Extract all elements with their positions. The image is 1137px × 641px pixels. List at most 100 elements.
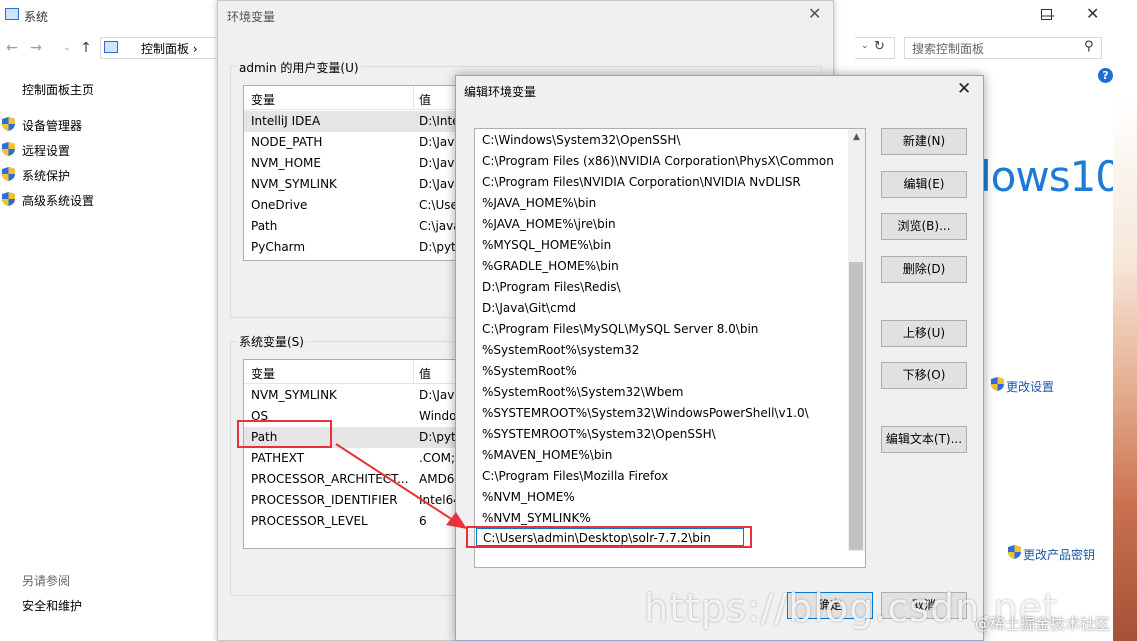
column-header-value[interactable]: 值 xyxy=(419,365,431,382)
list-item[interactable]: %JAVA_HOME%\jre\bin xyxy=(475,214,849,235)
path-entry-text: C:\Program Files (x86)\NVIDIA Corporatio… xyxy=(482,154,834,168)
list-item[interactable]: C:\Program Files (x86)\NVIDIA Corporatio… xyxy=(475,151,849,172)
windows10-brand-text: dows10 xyxy=(965,152,1122,201)
path-entry-text: %GRADLE_HOME%\bin xyxy=(482,259,619,273)
search-placeholder: 搜索控制面板 xyxy=(912,42,985,56)
path-entry-text: C:\Program Files\MySQL\MySQL Server 8.0\… xyxy=(482,322,759,336)
system-variables-label: 系统变量(S) xyxy=(237,333,306,350)
variable-name-cell: NVM_SYMLINK xyxy=(251,388,337,402)
list-item[interactable]: %SYSTEMROOT%\System32\WindowsPowerShell\… xyxy=(475,403,849,424)
list-item[interactable]: D:\Program Files\Redis\ xyxy=(475,277,849,298)
close-icon[interactable]: ✕ xyxy=(957,79,971,99)
change-product-key-link[interactable]: 更改产品密钥 xyxy=(1023,546,1095,563)
path-entry-text: %NVM_SYMLINK% xyxy=(482,511,591,525)
system-protection-link[interactable]: 系统保护 xyxy=(22,167,70,184)
list-item[interactable]: C:\Program Files\Mozilla Firefox xyxy=(475,466,849,487)
change-settings-link[interactable]: 更改设置 xyxy=(1006,378,1054,395)
move-up-button[interactable]: 上移(U) xyxy=(881,320,967,347)
recent-chevron-icon[interactable]: ⌄ xyxy=(58,39,76,57)
variable-value-cell: D:\Inte xyxy=(419,114,460,128)
breadcrumb-separator: › xyxy=(192,42,198,56)
path-entry-text: %SystemRoot%\System32\Wbem xyxy=(482,385,684,399)
advanced-system-settings-link[interactable]: 高级系统设置 xyxy=(22,192,94,209)
back-arrow-icon[interactable]: ← xyxy=(3,39,21,57)
security-maintenance-link[interactable]: 安全和维护 xyxy=(22,597,82,614)
annotation-arrow-icon xyxy=(335,443,467,529)
scroll-up-icon[interactable]: ▲ xyxy=(848,129,865,146)
system-window-title: 系统 xyxy=(24,10,49,24)
up-arrow-icon[interactable]: ↑ xyxy=(77,39,95,57)
path-entry-text: %JAVA_HOME%\bin xyxy=(482,196,597,210)
shield-icon xyxy=(2,142,15,156)
list-item[interactable]: %NVM_HOME% xyxy=(475,487,849,508)
path-entry-text: %SystemRoot%\system32 xyxy=(482,343,640,357)
remote-settings-link[interactable]: 远程设置 xyxy=(22,142,70,159)
shield-icon xyxy=(2,167,15,181)
table-row[interactable]: NODE_PATH D:\Java xyxy=(244,132,472,153)
device-manager-link[interactable]: 设备管理器 xyxy=(22,117,82,134)
table-row[interactable]: OneDrive C:\Use xyxy=(244,195,472,216)
table-row[interactable]: NVM_HOME D:\Java xyxy=(244,153,472,174)
list-item[interactable]: C:\Program Files\MySQL\MySQL Server 8.0\… xyxy=(475,319,849,340)
search-icon[interactable]: ⚲ xyxy=(1084,39,1094,54)
edit-button[interactable]: 编辑(E) xyxy=(881,171,967,198)
environment-variables-title: 环境变量 xyxy=(227,10,276,24)
browse-button[interactable]: 浏览(B)... xyxy=(881,213,967,240)
forward-arrow-icon[interactable]: → xyxy=(27,39,45,57)
user-variables-label: admin 的用户变量(U) xyxy=(237,59,361,76)
watermark-source-text: @稀土掘金技术社区 xyxy=(975,615,1111,633)
list-item[interactable]: %JAVA_HOME%\bin xyxy=(475,193,849,214)
move-down-button[interactable]: 下移(O) xyxy=(881,362,967,389)
column-header-variable[interactable]: 变量 xyxy=(251,91,275,108)
control-panel-home-link[interactable]: 控制面板主页 xyxy=(22,81,94,98)
computer-icon xyxy=(5,8,19,20)
close-icon[interactable]: ✕ xyxy=(808,4,821,23)
table-row[interactable]: IntelliJ IDEA D:\Inte xyxy=(244,111,472,132)
close-icon[interactable]: ✕ xyxy=(1086,4,1099,23)
table-row[interactable]: NVM_SYMLINK D:\Jav xyxy=(244,385,472,406)
list-item[interactable]: %SYSTEMROOT%\System32\OpenSSH\ xyxy=(475,424,849,445)
variable-value-cell: Windo xyxy=(419,409,457,423)
control-panel-icon xyxy=(104,41,118,53)
list-item[interactable]: C:\Windows\System32\OpenSSH\ xyxy=(475,130,849,151)
edit-text-button[interactable]: 编辑文本(T)... xyxy=(881,426,967,453)
column-header-variable[interactable]: 变量 xyxy=(251,365,275,382)
list-item[interactable]: %SystemRoot% xyxy=(475,361,849,382)
list-item[interactable]: D:\Java\Git\cmd xyxy=(475,298,849,319)
windows-logo-image xyxy=(1113,100,1137,641)
variable-value-cell: D:\pyt xyxy=(419,240,456,254)
list-item[interactable]: %SystemRoot%\system32 xyxy=(475,340,849,361)
user-variables-table[interactable]: 变量 值 IntelliJ IDEA D:\Inte NODE_PATH D:\Jav… xyxy=(243,85,473,261)
table-row[interactable]: PyCharm D:\pyt xyxy=(244,237,472,258)
column-header-value[interactable]: 值 xyxy=(419,91,431,108)
path-entry-text: C:\Windows\System32\OpenSSH\ xyxy=(482,133,681,147)
list-item[interactable]: C:\Program Files\NVIDIA Corporation\NVID… xyxy=(475,172,849,193)
variable-value-cell: D:\Jav xyxy=(419,388,455,402)
delete-button[interactable]: 删除(D) xyxy=(881,256,967,283)
variable-name-cell: Path xyxy=(251,219,278,233)
path-entry-text: %MYSQL_HOME%\bin xyxy=(482,238,612,252)
maximize-button[interactable] xyxy=(1041,9,1052,20)
shield-icon xyxy=(2,192,15,206)
path-entry-text: C:\Program Files\NVIDIA Corporation\NVID… xyxy=(482,175,801,189)
path-entry-text: C:\Program Files\Mozilla Firefox xyxy=(482,469,669,483)
list-item[interactable]: %GRADLE_HOME%\bin xyxy=(475,256,849,277)
list-item[interactable]: %SystemRoot%\System32\Wbem xyxy=(475,382,849,403)
annotation-box-new-entry xyxy=(466,526,752,548)
table-row[interactable]: Path C:\java xyxy=(244,216,472,237)
path-entry-text: %SYSTEMROOT%\System32\OpenSSH\ xyxy=(482,427,716,441)
list-item[interactable]: %MYSQL_HOME%\bin xyxy=(475,235,849,256)
shield-icon xyxy=(2,117,15,131)
list-item[interactable]: %MAVEN_HOME%\bin xyxy=(475,445,849,466)
help-icon[interactable]: ? xyxy=(1098,68,1113,83)
path-entry-text: %JAVA_HOME%\jre\bin xyxy=(482,217,616,231)
scrollbar-thumb[interactable] xyxy=(849,262,863,550)
see-also-header: 另请参阅 xyxy=(22,574,71,588)
refresh-icon[interactable]: ↻ xyxy=(874,39,885,54)
address-dropdown-icon[interactable]: ⌄ xyxy=(861,41,869,51)
new-button[interactable]: 新建(N) xyxy=(881,128,967,155)
table-row[interactable]: NVM_SYMLINK D:\Java xyxy=(244,174,472,195)
breadcrumb-control-panel[interactable]: 控制面板 › xyxy=(141,40,198,57)
shield-icon xyxy=(991,377,1004,391)
path-entries-list[interactable]: C:\Windows\System32\OpenSSH\ C:\Program F… xyxy=(474,128,866,568)
